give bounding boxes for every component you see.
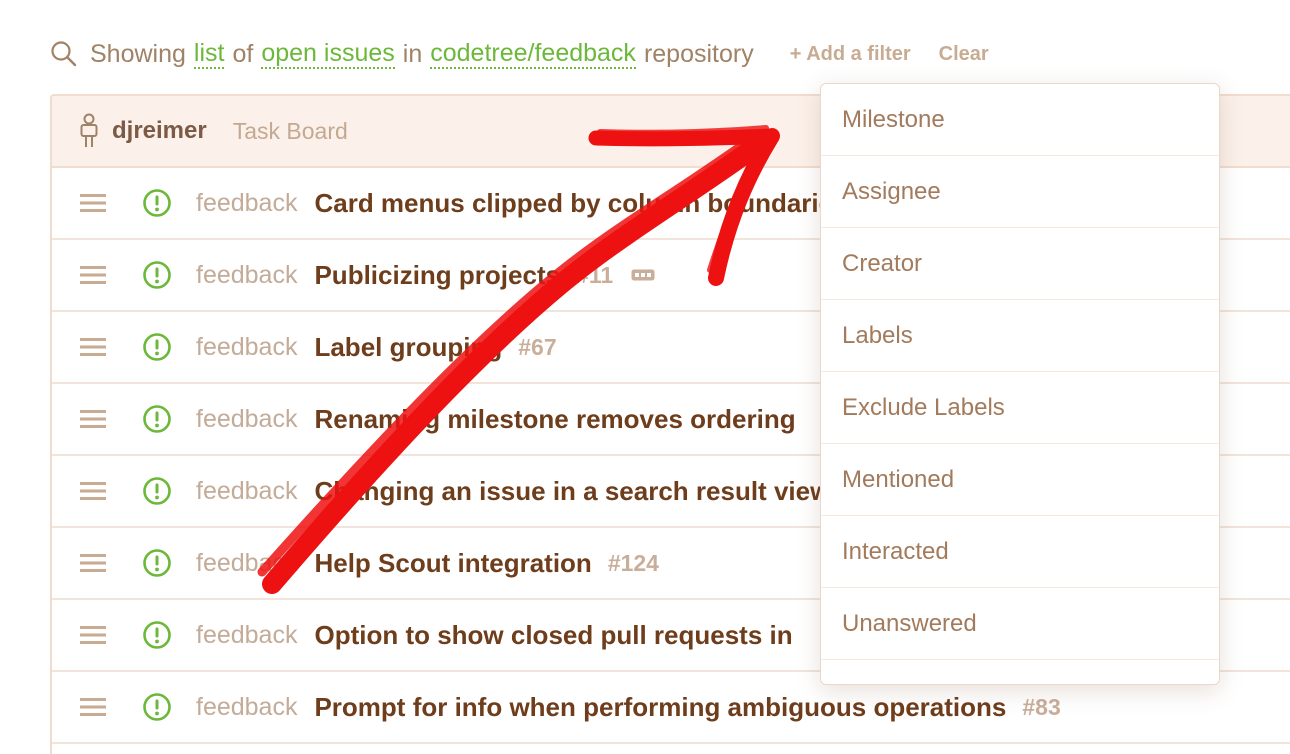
filter-suffix-text: repository <box>643 39 754 68</box>
drag-handle-icon[interactable] <box>80 552 106 574</box>
drag-handle-icon[interactable] <box>80 624 106 646</box>
open-issue-icon <box>143 405 171 433</box>
person-icon <box>80 113 98 147</box>
issue-number: #67 <box>518 333 557 360</box>
filter-in-text: in <box>402 39 423 68</box>
filter-option-creator[interactable]: Creator <box>821 228 1219 300</box>
drag-handle-icon[interactable] <box>80 192 106 214</box>
filter-option-unanswered[interactable]: Unanswered <box>821 588 1219 660</box>
issue-repo-label: feedback <box>196 620 298 649</box>
issue-title[interactable]: Option to show closed pull requests in <box>314 620 792 651</box>
repository-token[interactable]: codetree/feedback <box>430 39 636 69</box>
filter-option-mentioned[interactable]: Mentioned <box>821 444 1219 516</box>
open-issue-icon <box>143 621 171 649</box>
open-issue-icon <box>143 333 171 361</box>
board-view-name: Task Board <box>232 117 348 144</box>
filter-option-labels[interactable]: Labels <box>821 300 1219 372</box>
issue-title[interactable]: Renaming milestone removes ordering <box>314 404 795 435</box>
filter-type-dropdown: Milestone Assignee Creator Labels Exclude La… <box>820 83 1220 685</box>
filter-option-exclude-labels[interactable]: Exclude Labels <box>821 372 1219 444</box>
issue-repo-label: feedback <box>196 548 298 577</box>
issue-number: #11 <box>576 261 614 288</box>
issue-state-token[interactable]: open issues <box>261 39 395 69</box>
filter-prefix-text: Showing <box>90 39 186 68</box>
issue-number: #83 <box>1022 693 1061 720</box>
drag-handle-icon[interactable] <box>80 480 106 502</box>
add-filter-button[interactable]: + Add a filter <box>790 43 911 66</box>
issue-repo-label: feedback <box>196 188 298 217</box>
filter-of-text: of <box>232 39 254 68</box>
open-issue-icon <box>143 261 171 289</box>
drag-handle-icon[interactable] <box>80 336 106 358</box>
drag-handle-icon[interactable] <box>80 264 106 286</box>
issue-title[interactable]: Help Scout integration <box>314 548 591 579</box>
issue-title[interactable]: Label grouping <box>314 332 502 363</box>
open-issue-icon <box>143 477 171 505</box>
filter-option-assignee[interactable]: Assignee <box>821 156 1219 228</box>
search-icon[interactable] <box>50 40 78 68</box>
issue-number: #124 <box>607 549 659 576</box>
open-issue-icon <box>143 189 171 217</box>
view-type-token[interactable]: list <box>193 39 225 69</box>
open-issue-icon <box>143 549 171 577</box>
issue-repo-label: feedback <box>196 476 298 505</box>
filter-option-more[interactable] <box>821 660 1219 684</box>
issue-repo-label: feedback <box>196 260 298 289</box>
open-issue-icon <box>143 693 171 721</box>
issue-repo-label: feedback <box>196 332 298 361</box>
issue-title[interactable]: Changing an issue in a search result vie… <box>314 476 830 507</box>
issue-repo-label: feedback <box>196 692 298 721</box>
drag-handle-icon[interactable] <box>80 696 106 718</box>
issue-repo-label: feedback <box>196 404 298 433</box>
filter-option-milestone[interactable]: Milestone <box>821 84 1219 156</box>
issue-title[interactable]: Publicizing projects <box>314 260 560 291</box>
issue-title[interactable]: Prompt for info when performing ambiguou… <box>314 692 1006 723</box>
drag-handle-icon[interactable] <box>80 408 106 430</box>
filter-summary-bar: Showing list of open issues in codetree/… <box>50 36 989 72</box>
filter-option-interacted[interactable]: Interacted <box>821 516 1219 588</box>
issue-title[interactable]: Card menus clipped by column boundaries <box>314 188 847 219</box>
clear-filters-button[interactable]: Clear <box>939 43 989 66</box>
board-user-name[interactable]: djreimer <box>112 117 207 145</box>
pull-request-chip-icon <box>631 269 655 281</box>
